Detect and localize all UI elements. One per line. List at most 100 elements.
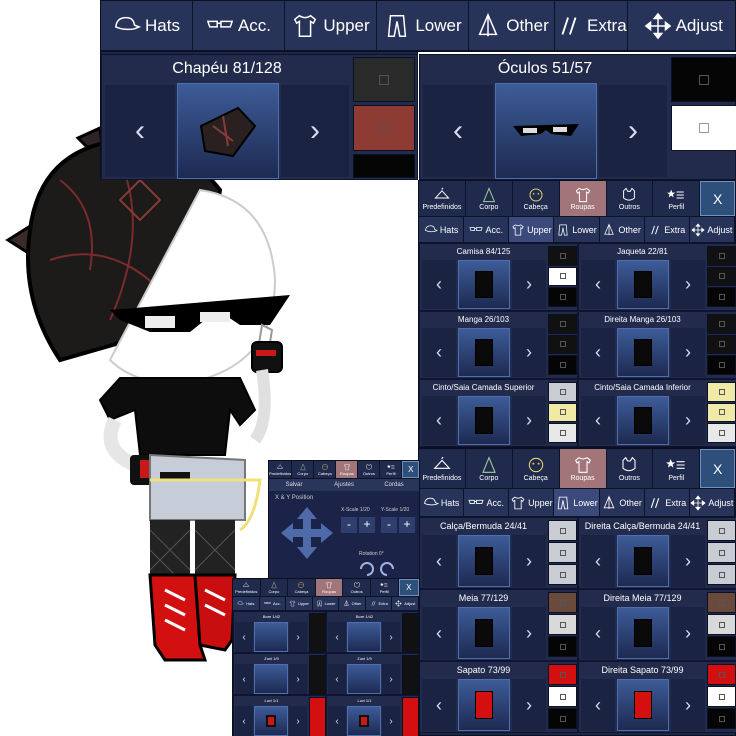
prev-button[interactable]: ‹ bbox=[422, 535, 456, 588]
mini-preview[interactable] bbox=[347, 706, 381, 736]
mini-next-button[interactable]: › bbox=[289, 622, 307, 652]
prev-button[interactable]: ‹ bbox=[422, 260, 456, 310]
tab-adjust[interactable]: Adjust bbox=[690, 489, 735, 516]
hat-prev-button[interactable]: ‹ bbox=[105, 85, 175, 177]
prev-button[interactable]: ‹ bbox=[422, 396, 456, 446]
color-swatch-2[interactable] bbox=[548, 686, 577, 707]
mini-color[interactable] bbox=[402, 613, 419, 653]
next-button[interactable]: › bbox=[512, 607, 546, 660]
glasses-next-button[interactable]: › bbox=[599, 85, 667, 177]
color-swatch-1[interactable] bbox=[707, 314, 736, 334]
category-perfil[interactable]: Perfil bbox=[371, 579, 399, 596]
tab-hats[interactable]: Hats bbox=[419, 217, 465, 242]
next-button[interactable]: › bbox=[671, 607, 705, 660]
category-roupas[interactable]: Roupas bbox=[559, 181, 607, 216]
color-swatch-3[interactable] bbox=[707, 287, 736, 307]
category-predefinidos[interactable]: Predefinidos bbox=[419, 449, 466, 488]
next-button[interactable]: › bbox=[671, 396, 705, 446]
color-swatch-3[interactable] bbox=[548, 355, 577, 375]
mini-color[interactable] bbox=[402, 697, 419, 736]
glasses-preview-thumbnail[interactable] bbox=[495, 83, 597, 179]
hat-next-button[interactable]: › bbox=[281, 85, 349, 177]
color-swatch-2[interactable] bbox=[548, 334, 577, 355]
mini-preview[interactable] bbox=[254, 664, 288, 694]
category-outros[interactable]: Outros bbox=[358, 461, 381, 478]
tab-adjust[interactable]: Adjust bbox=[392, 597, 420, 610]
tab-hats[interactable]: Hats bbox=[419, 489, 465, 516]
color-swatch-2[interactable] bbox=[707, 266, 736, 287]
color-swatch-3[interactable] bbox=[548, 636, 577, 657]
mini-prev-button[interactable]: ‹ bbox=[328, 622, 346, 652]
item-preview-thumbnail[interactable] bbox=[617, 679, 669, 732]
item-preview-thumbnail[interactable] bbox=[617, 396, 669, 446]
color-swatch-1[interactable] bbox=[548, 592, 577, 613]
yscale-minus-button[interactable]: - bbox=[381, 517, 397, 533]
item-preview-thumbnail[interactable] bbox=[458, 328, 510, 378]
color-swatch-1[interactable] bbox=[548, 246, 577, 266]
close-button[interactable]: X bbox=[402, 461, 419, 478]
prev-button[interactable]: ‹ bbox=[581, 607, 615, 660]
color-swatch-1[interactable] bbox=[548, 664, 577, 685]
mini-preview[interactable] bbox=[254, 706, 288, 736]
color-swatch-2[interactable] bbox=[548, 614, 577, 635]
top-tab-hats[interactable]: Hats bbox=[101, 1, 193, 50]
color-swatch-3[interactable] bbox=[707, 423, 736, 443]
top-tab-upper[interactable]: Upper bbox=[285, 1, 377, 50]
category-cabea[interactable]: Cabeça bbox=[513, 181, 560, 216]
color-swatch-3[interactable] bbox=[707, 355, 736, 375]
close-button[interactable]: X bbox=[398, 579, 420, 596]
tab-acc[interactable]: Acc. bbox=[260, 597, 287, 610]
color-swatch-3[interactable] bbox=[548, 287, 577, 307]
mini-color[interactable] bbox=[309, 697, 326, 736]
glasses-prev-button[interactable]: ‹ bbox=[423, 85, 493, 177]
tab-upper[interactable]: Upper bbox=[286, 597, 313, 610]
prev-button[interactable]: ‹ bbox=[581, 535, 615, 588]
tab-upper[interactable]: Upper bbox=[509, 217, 555, 242]
color-swatch-3[interactable] bbox=[707, 708, 736, 729]
tab-adjust[interactable]: Adjust bbox=[690, 217, 735, 242]
hat-color-1[interactable] bbox=[353, 57, 415, 102]
tab-acc[interactable]: Acc. bbox=[464, 489, 510, 516]
category-perfil[interactable]: Perfil bbox=[653, 181, 701, 216]
tab-extra[interactable]: Extra bbox=[645, 217, 690, 242]
color-swatch-2[interactable] bbox=[548, 402, 577, 423]
mini-color[interactable] bbox=[402, 655, 419, 695]
color-swatch-2[interactable] bbox=[548, 266, 577, 287]
item-preview-thumbnail[interactable] bbox=[458, 679, 510, 732]
category-predefinidos[interactable]: Predefinidos bbox=[269, 461, 293, 478]
mini-preview[interactable] bbox=[347, 664, 381, 694]
hat-color-3[interactable] bbox=[353, 154, 415, 178]
prev-button[interactable]: ‹ bbox=[422, 607, 456, 660]
tab-other[interactable]: Other bbox=[600, 489, 645, 516]
mini-prev-button[interactable]: ‹ bbox=[328, 664, 346, 694]
top-tab-extra[interactable]: Extra bbox=[555, 1, 628, 50]
category-predefinidos[interactable]: Predefinidos bbox=[233, 579, 261, 596]
item-preview-thumbnail[interactable] bbox=[458, 260, 510, 310]
next-button[interactable]: › bbox=[671, 328, 705, 378]
adjust-tab-save[interactable]: Salvar bbox=[269, 479, 319, 491]
item-preview-thumbnail[interactable] bbox=[617, 535, 669, 588]
category-perfil[interactable]: Perfil bbox=[653, 449, 701, 488]
color-swatch-1[interactable] bbox=[707, 246, 736, 266]
position-dpad-icon[interactable] bbox=[279, 505, 335, 561]
prev-button[interactable]: ‹ bbox=[581, 396, 615, 446]
adjust-tab-adjust[interactable]: Ajustes bbox=[319, 479, 369, 491]
color-swatch-3[interactable] bbox=[548, 564, 577, 585]
prev-button[interactable]: ‹ bbox=[581, 679, 615, 732]
next-button[interactable]: › bbox=[512, 260, 546, 310]
color-swatch-1[interactable] bbox=[707, 592, 736, 613]
mini-next-button[interactable]: › bbox=[382, 622, 400, 652]
category-predefinidos[interactable]: Predefinidos bbox=[419, 181, 466, 216]
item-preview-thumbnail[interactable] bbox=[458, 396, 510, 446]
color-swatch-3[interactable] bbox=[707, 636, 736, 657]
mini-prev-button[interactable]: ‹ bbox=[328, 706, 346, 736]
top-tab-adjust[interactable]: Adjust bbox=[628, 1, 736, 50]
prev-button[interactable]: ‹ bbox=[581, 328, 615, 378]
color-swatch-2[interactable] bbox=[707, 542, 736, 563]
color-swatch-2[interactable] bbox=[707, 614, 736, 635]
mini-prev-button[interactable]: ‹ bbox=[235, 664, 253, 694]
mini-next-button[interactable]: › bbox=[382, 664, 400, 694]
prev-button[interactable]: ‹ bbox=[422, 679, 456, 732]
category-perfil[interactable]: Perfil bbox=[380, 461, 403, 478]
tab-upper[interactable]: Upper bbox=[509, 489, 555, 516]
